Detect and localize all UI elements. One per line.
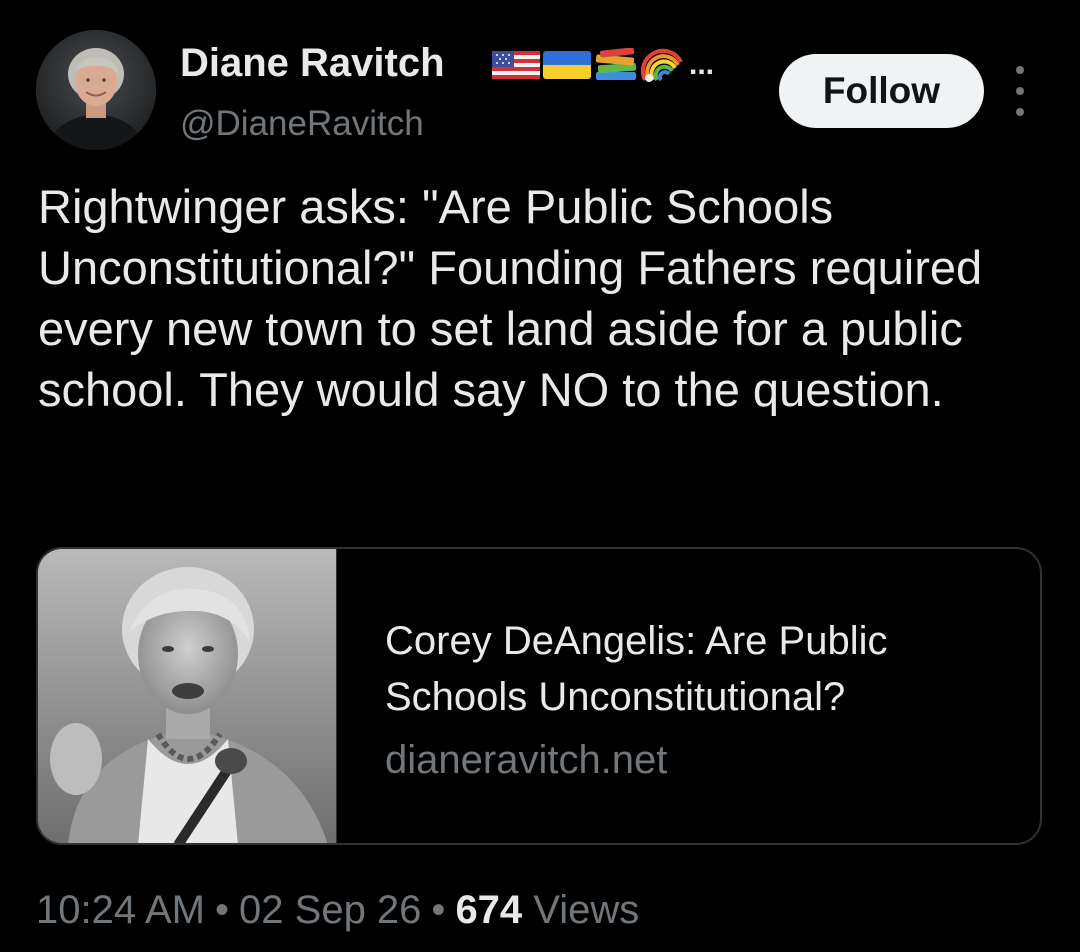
- name-overflow-ellipsis: ...: [689, 48, 715, 81]
- meta-separator: •: [215, 888, 230, 932]
- us-flag-emoji: [492, 51, 540, 79]
- link-preview-title[interactable]: Corey DeAngelis: Are Public Schools Unco…: [385, 613, 1005, 725]
- link-preview-image: [38, 549, 337, 843]
- author-name-emojis: ...: [492, 48, 714, 82]
- author-avatar[interactable]: [36, 30, 156, 150]
- views-label: Views: [533, 888, 640, 932]
- more-dot: [1016, 87, 1024, 95]
- tweet-meta: 10:24 AM • 02 Sep 26 • 674 Views: [36, 884, 639, 936]
- rainbow-emoji: [641, 48, 683, 82]
- speaker-photo: [38, 549, 336, 843]
- vertical-ellipsis-icon[interactable]: [1003, 66, 1037, 116]
- more-dot: [1016, 66, 1024, 74]
- avatar-image: [36, 30, 156, 150]
- more-dot: [1016, 108, 1024, 116]
- tweet-text: Rightwinger asks: "Are Public Schools Un…: [38, 180, 983, 416]
- author-name[interactable]: Diane Ravitch: [180, 38, 445, 88]
- books-emoji: [595, 48, 637, 80]
- tweet-date[interactable]: 02 Sep 26: [239, 888, 421, 932]
- link-preview-domain[interactable]: dianeravitch.net: [385, 735, 667, 785]
- meta-separator: •: [431, 888, 446, 932]
- tweet-time[interactable]: 10:24 AM: [36, 888, 205, 932]
- link-preview-card[interactable]: Corey DeAngelis: Are Public Schools Unco…: [36, 547, 1042, 845]
- views-count: 674: [455, 888, 523, 932]
- author-handle[interactable]: @DianeRavitch: [180, 102, 424, 146]
- ukraine-flag-emoji: [543, 51, 591, 79]
- follow-button[interactable]: Follow: [779, 54, 984, 128]
